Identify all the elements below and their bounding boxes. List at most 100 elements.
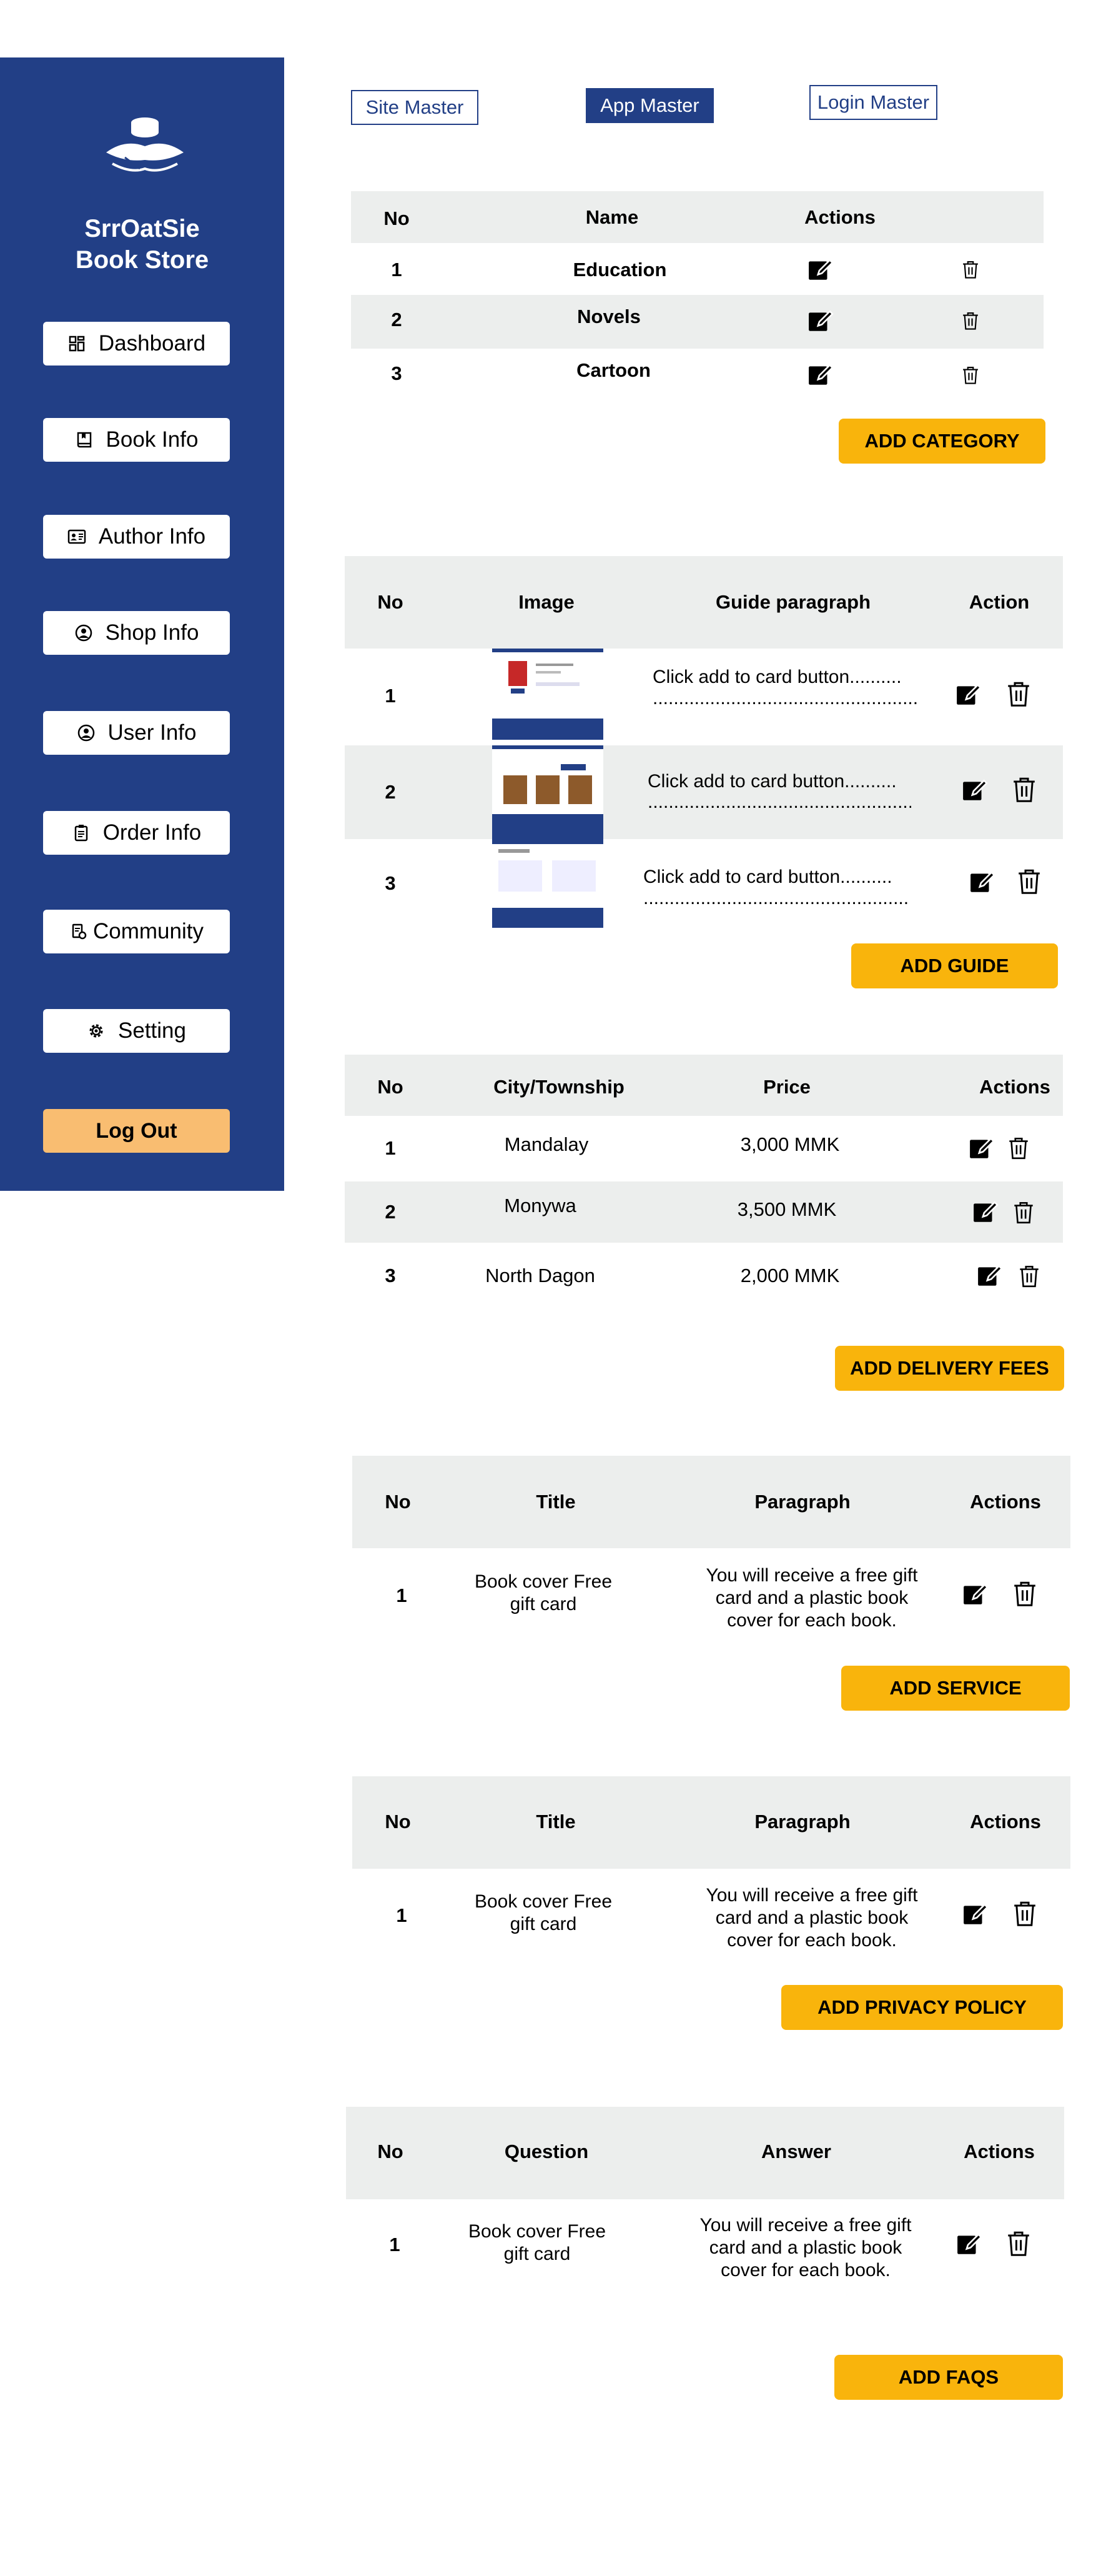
column-header-paragraph: Paragraph	[754, 1491, 851, 1513]
edit-icon[interactable]	[807, 361, 834, 387]
user-circle-icon	[75, 624, 92, 642]
delivery-price: 3,500 MMK	[737, 1198, 837, 1220]
faq-question: Book cover Free gift card	[468, 2221, 606, 2264]
column-header-title: Title	[536, 1811, 576, 1833]
edit-icon[interactable]	[962, 1581, 989, 1607]
service-title: Book cover Free gift card	[474, 1571, 613, 1614]
sidebar-item-setting[interactable]: Setting	[43, 1009, 230, 1053]
column-header-image: Image	[518, 591, 575, 613]
guide-paragraph-dots: ........................................…	[643, 888, 909, 908]
sidebar-item-shop-info[interactable]: Shop Info	[43, 611, 230, 655]
brand-name: SrrOatSie	[84, 215, 200, 242]
gear-icon	[89, 1024, 103, 1038]
book-icon	[77, 432, 91, 448]
category-no: 1	[391, 259, 402, 281]
category-no: 2	[391, 309, 402, 331]
tab-site-master[interactable]: Site Master	[351, 90, 478, 125]
community-icon	[72, 923, 87, 940]
brand-subtitle: Book Store	[75, 246, 209, 274]
edit-icon[interactable]	[956, 681, 982, 707]
service-no: 1	[396, 1584, 407, 1606]
privacy-paragraph: You will receive a free gift card and a …	[706, 1885, 918, 1951]
trash-icon[interactable]	[1016, 1263, 1042, 1289]
add-privacy-policy-button[interactable]: ADD PRIVACY POLICY	[781, 1985, 1063, 2030]
edit-icon[interactable]	[972, 1198, 999, 1225]
sidebar-item-label: Community	[93, 919, 204, 943]
trash-icon[interactable]	[1009, 773, 1039, 805]
column-header-title: Title	[536, 1491, 576, 1513]
guide-screenshot-image	[492, 839, 603, 928]
add-service-button[interactable]: ADD SERVICE	[841, 1666, 1070, 1711]
add-delivery-fees-button[interactable]: ADD DELIVERY FEES	[835, 1346, 1064, 1391]
trash-icon[interactable]	[1010, 1577, 1040, 1609]
table-row	[345, 1181, 1063, 1243]
delivery-city: Monywa	[504, 1195, 576, 1216]
trash-icon[interactable]	[960, 364, 981, 385]
guide-screenshot-image	[492, 649, 603, 740]
column-header-no: No	[377, 1076, 403, 1098]
edit-icon[interactable]	[956, 2230, 982, 2257]
column-header-actions: Actions	[970, 1811, 1041, 1833]
column-header-no: No	[377, 591, 403, 613]
user-circle-icon	[77, 724, 94, 742]
column-header-question: Question	[504, 2141, 589, 2162]
sidebar-item-order-info[interactable]: Order Info	[43, 811, 230, 855]
faq-answer: You will receive a free gift card and a …	[699, 2215, 912, 2280]
trash-icon[interactable]	[1010, 1199, 1037, 1225]
table-header	[351, 191, 1044, 243]
trash-icon[interactable]	[1004, 2227, 1034, 2259]
edit-icon[interactable]	[962, 777, 988, 803]
edit-icon[interactable]	[962, 1901, 989, 1927]
edit-icon[interactable]	[977, 1262, 1003, 1288]
trash-icon[interactable]	[1004, 677, 1034, 710]
edit-icon[interactable]	[969, 1135, 995, 1161]
edit-icon[interactable]	[969, 868, 995, 895]
sidebar-item-dashboard[interactable]: Dashboard	[43, 322, 230, 366]
dashboard-icon	[69, 336, 85, 352]
trash-icon[interactable]	[960, 310, 981, 331]
guide-paragraph-dots: ........................................…	[648, 792, 911, 812]
edit-icon[interactable]	[807, 256, 834, 282]
guide-paragraph: Click add to card button..........	[643, 867, 892, 887]
column-header-actions: Actions	[964, 2141, 1035, 2162]
tab-app-master[interactable]: App Master	[586, 88, 714, 123]
column-header-price: Price	[763, 1076, 811, 1098]
trash-icon[interactable]	[1010, 1897, 1040, 1929]
sidebar-item-label: User Info	[107, 720, 197, 745]
column-header-paragraph: Paragraph	[754, 1811, 851, 1833]
sidebar-item-user-info[interactable]: User Info	[43, 711, 230, 755]
sidebar-item-book-info[interactable]: Book Info	[43, 418, 230, 462]
delivery-city: Mandalay	[504, 1133, 589, 1155]
column-header-answer: Answer	[761, 2141, 831, 2162]
trash-icon[interactable]	[1014, 865, 1044, 897]
delivery-no: 1	[385, 1137, 396, 1159]
table-header	[345, 1055, 1063, 1116]
column-header-guide-paragraph: Guide paragraph	[715, 591, 871, 613]
tab-login-master[interactable]: Login Master	[809, 85, 937, 120]
trash-icon[interactable]	[1005, 1135, 1032, 1161]
sidebar-item-label: Author Info	[98, 524, 206, 549]
delivery-price: 3,000 MMK	[740, 1133, 840, 1155]
privacy-no: 1	[396, 1904, 407, 1926]
column-header-no: No	[377, 2141, 403, 2162]
add-guide-button[interactable]: ADD GUIDE	[851, 943, 1058, 988]
guide-no: 1	[385, 685, 396, 707]
privacy-title: Book cover Free gift card	[474, 1891, 613, 1934]
guide-no: 3	[385, 872, 396, 894]
sidebar-item-label: Shop Info	[105, 620, 199, 645]
sidebar-item-author-info[interactable]: Author Info	[43, 515, 230, 559]
sidebar-item-label: Setting	[118, 1018, 186, 1043]
delivery-price: 2,000 MMK	[740, 1265, 840, 1286]
add-faqs-button[interactable]: ADD FAQS	[834, 2355, 1063, 2400]
add-category-button[interactable]: ADD CATEGORY	[839, 419, 1045, 464]
column-header-no: No	[385, 1491, 411, 1513]
guide-paragraph: Click add to card button..........	[653, 667, 902, 687]
column-header-no: No	[383, 207, 410, 229]
id-card-icon	[67, 529, 86, 544]
trash-icon[interactable]	[960, 259, 981, 280]
delivery-city: North Dagon	[485, 1265, 595, 1286]
edit-icon[interactable]	[807, 307, 834, 334]
logout-button[interactable]: Log Out	[43, 1109, 230, 1153]
sidebar-item-community[interactable]: Community	[43, 910, 230, 953]
guide-paragraph-dots: ........................................…	[653, 688, 918, 709]
